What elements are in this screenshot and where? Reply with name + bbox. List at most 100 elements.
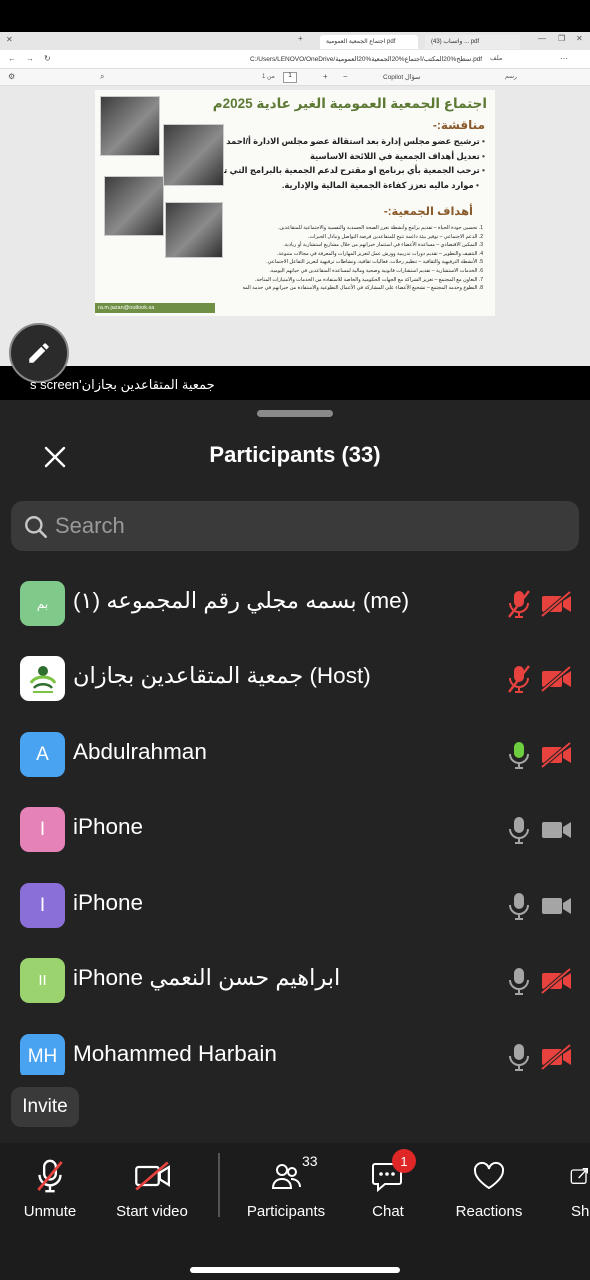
video-off-icon [135, 1161, 170, 1191]
mic-muted-icon [37, 1159, 63, 1193]
participant-row[interactable]: A Abdulrahman [0, 716, 590, 792]
list-item: 2. الدعم الاجتماعي – توفير بيئة داعمة تت… [308, 233, 483, 240]
video-off-icon[interactable] [540, 591, 572, 617]
goals-list: 1. تحسين جودة الحياة – تقديم برامج وأنشط… [243, 224, 483, 293]
meeting-toolbar: Unmute Start video 33 Participants 1 Cha… [0, 1143, 590, 1280]
avatar: MH [20, 1034, 65, 1079]
pdf-toolbar: ⚙ ⌕ من 1 1 − + Copilot سؤال رسم [0, 69, 590, 86]
mic-icon[interactable] [507, 1042, 531, 1072]
annotate-button[interactable] [9, 323, 69, 383]
discussion-heading: مناقشة:- [432, 118, 485, 132]
host-logo-icon [29, 665, 56, 693]
slide-title: اجتماع الجمعية العمومية الغير عادية 2025… [212, 96, 487, 111]
list-item: تعديل أهداف الجمعية في اللائحة الاساسية [220, 149, 485, 164]
slide-photo [163, 124, 224, 186]
page-number: 1 [283, 72, 297, 83]
address-url: C:/Users/LENOVO/OneDrive/سطح%20المكتب/اج… [250, 56, 483, 63]
browser-tab-bar: ✕ اجتماع الجمعية العمومية pdf (43) واتسا… [0, 32, 590, 50]
share-label: Share [571, 1203, 590, 1220]
close-window-icon: ✕ [6, 35, 13, 44]
settings-icon: ⚙ [8, 72, 16, 81]
mic-muted-icon[interactable] [507, 589, 531, 619]
start-video-button[interactable]: Start video [102, 1155, 202, 1225]
new-tab-icon: + [298, 34, 303, 43]
zoom-in-icon: + [323, 72, 328, 81]
participants-button[interactable]: 33 Participants [236, 1153, 336, 1225]
drag-handle[interactable] [257, 410, 333, 417]
chat-badge: 1 [392, 1149, 416, 1173]
mic-icon[interactable] [507, 966, 531, 996]
participant-name: جمعية المتقاعدين بجازان (Host) [73, 663, 371, 688]
home-indicator[interactable] [190, 1267, 400, 1273]
search-input[interactable] [55, 501, 565, 551]
share-icon [570, 1168, 588, 1184]
participant-row[interactable]: بم بسمه مجلي رقم المجموعه (١) (me) [0, 565, 590, 641]
video-off-icon[interactable] [540, 968, 572, 994]
participants-panel: Participants (33) بم بسمه مجلي رقم المجم… [0, 400, 590, 1145]
avatar: بم [20, 581, 65, 626]
reactions-label: Reactions [455, 1203, 523, 1220]
unmute-label: Unmute [23, 1203, 77, 1220]
list-item: 1. تحسين جودة الحياة – تقديم برامج وأنشط… [278, 225, 483, 231]
participant-name: iPhone [73, 890, 144, 915]
avatar: II [20, 958, 65, 1003]
slide-email: ra.m.jazan@outlook.sa [95, 303, 215, 313]
mic-icon[interactable] [507, 815, 531, 845]
participant-row[interactable]: جمعية المتقاعدين بجازان (Host) [0, 640, 590, 716]
presentation-slide: اجتماع الجمعية العمومية الغير عادية 2025… [95, 90, 495, 316]
search-icon: ⌕ [100, 72, 105, 81]
zoom-out-icon: − [343, 72, 348, 81]
mic-muted-icon[interactable] [507, 664, 531, 694]
reactions-button[interactable]: Reactions [439, 1155, 539, 1225]
list-item: 5. الأنشطة الترفيهية والثقافية – تنظيم ر… [266, 259, 483, 266]
slide-photo [165, 202, 223, 258]
close-icon: ✕ [576, 34, 583, 43]
participant-name: Abdulrahman [73, 739, 207, 764]
share-caption: s screen'جمعية المتقاعدين بجازان [30, 377, 215, 392]
browser-tab: (43) واتساب ... pdf [425, 35, 520, 49]
avatar: I [20, 807, 65, 852]
participants-count: 33 [302, 1153, 318, 1169]
avatar: A [20, 732, 65, 777]
participant-row[interactable]: II iPhone ابراهيم حسن النعمي [0, 942, 590, 1018]
heart-icon [473, 1161, 505, 1190]
chat-button[interactable]: 1 Chat [338, 1149, 438, 1225]
participants-label: Participants [246, 1203, 326, 1220]
video-off-icon[interactable] [540, 742, 572, 768]
pencil-icon [29, 343, 49, 363]
video-icon[interactable] [540, 817, 572, 843]
participant-row[interactable]: I iPhone [0, 867, 590, 943]
menu-icon: ⋯ [560, 54, 568, 63]
avatar: I [20, 883, 65, 928]
slide-photo [100, 96, 160, 156]
shared-screen: ✕ اجتماع الجمعية العمومية pdf (43) واتسا… [0, 0, 590, 400]
reload-icon: ↻ [44, 54, 51, 63]
mic-icon[interactable] [507, 891, 531, 921]
back-icon: ← [8, 54, 16, 63]
invite-button[interactable]: Invite [11, 1087, 79, 1127]
list-item: 3. التمكين الاقتصادي – مساعدة الأعضاء في… [283, 242, 483, 249]
shared-browser-window: ✕ اجتماع الجمعية العمومية pdf (43) واتسا… [0, 32, 590, 366]
list-item: ترشيح عضو مجلس إدارة بعد استقالة عضو مجل… [220, 134, 485, 149]
panel-title: Participants (33) [209, 442, 381, 467]
unmute-button[interactable]: Unmute [0, 1155, 100, 1225]
participant-row[interactable]: I iPhone [0, 791, 590, 867]
chat-label: Chat [372, 1203, 404, 1220]
video-off-icon[interactable] [540, 666, 572, 692]
video-icon[interactable] [540, 893, 572, 919]
goals-heading: أهداف الجمعية:- [383, 206, 473, 218]
search-box[interactable] [11, 501, 579, 551]
mic-speaking-icon[interactable] [507, 740, 531, 770]
list-item: 8. التطوع وخدمة المجتمع – تشجيع الأعضاء … [243, 285, 483, 292]
list-item: موارد ماليه تعزز كفاءة الجمعية المالية و… [220, 178, 485, 193]
start-video-label: Start video [116, 1203, 188, 1220]
video-off-icon[interactable] [540, 1044, 572, 1070]
participant-name: Mohammed Harbain [73, 1041, 277, 1066]
participant-name: iPhone [73, 814, 144, 839]
address-prefix: ملف [490, 55, 503, 62]
participant-name: بسمه مجلي رقم المجموعه (١) (me) [73, 588, 410, 613]
participant-name: iPhone ابراهيم حسن النعمي [73, 965, 341, 990]
discussion-list: ترشيح عضو مجلس إدارة بعد استقالة عضو مجل… [220, 134, 485, 192]
share-button[interactable]: Share [540, 1155, 590, 1225]
toolbar-divider [218, 1153, 220, 1217]
